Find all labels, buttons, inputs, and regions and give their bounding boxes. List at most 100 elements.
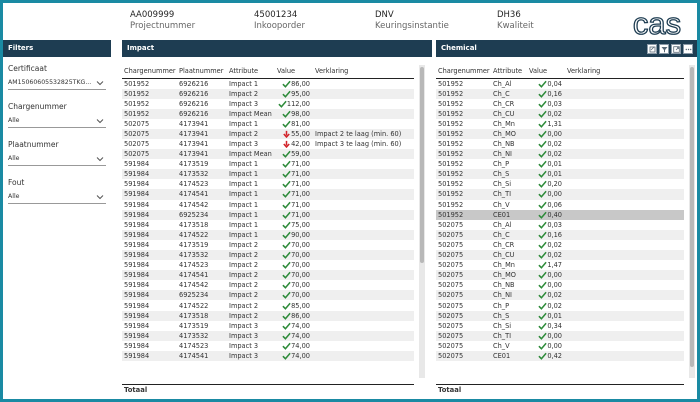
table-row[interactable]: 591984 4174522 Impact 1 90,00 [122, 229, 414, 240]
value-cell: 95,00 [275, 88, 313, 99]
expand-icon[interactable] [671, 44, 681, 54]
value-cell: 0,02 [527, 139, 565, 149]
table-row[interactable]: 591984 6925234 Impact 1 71,00 [122, 209, 414, 220]
table-row[interactable]: 502075 Ch_Si 0,34 [436, 321, 684, 331]
impact-col-header[interactable]: Value [275, 65, 313, 79]
charge-cell: 501952 [438, 79, 464, 88]
pin-icon[interactable] [647, 44, 657, 54]
table-row[interactable]: 591984 4174523 Impact 1 71,00 [122, 179, 414, 189]
table-row[interactable]: 502075 4173941 Impact 3 42,00 Impact 3 te la… [122, 139, 414, 149]
chemical-col-header[interactable]: Verklaring [565, 65, 684, 79]
table-row[interactable]: 591984 4173532 Impact 1 71,00 [122, 169, 414, 180]
table-row[interactable]: 591984 4174523 Impact 2 70,00 [122, 260, 414, 270]
charge-cell: 591984 [124, 160, 150, 169]
impact-col-header[interactable]: Attribute [227, 65, 275, 79]
table-row[interactable]: 501952 Ch_CU 0,02 [436, 108, 684, 119]
attribute-cell: Ch_C [491, 88, 527, 99]
table-row[interactable]: 591984 4173518 Impact 2 86,00 [122, 310, 414, 321]
table-row[interactable]: 502075 CE01 0,42 [436, 350, 684, 362]
table-row[interactable]: 502075 Ch_MO 0,00 [436, 270, 684, 281]
slicer-dropdown[interactable]: Alle [8, 153, 106, 166]
impact-col-header[interactable]: Plaatnummer [177, 65, 227, 79]
table-row[interactable]: 591984 4173532 Impact 3 74,00 [122, 330, 414, 341]
table-row[interactable]: 501952 CE01 0,40 [436, 209, 684, 220]
table-row[interactable]: 501952 Ch_MO 0,00 [436, 128, 684, 139]
table-row[interactable]: 591984 4174541 Impact 1 71,00 [122, 189, 414, 200]
value-cell: 59,00 [275, 149, 313, 160]
table-row[interactable]: 502075 4173941 Impact 2 55,00 Impact 2 te la… [122, 128, 414, 139]
check-icon [282, 110, 291, 118]
table-row[interactable]: 591984 4174542 Impact 1 71,00 [122, 200, 414, 210]
value-text: 0,03 [547, 220, 562, 229]
table-row[interactable]: 502075 Ch_V 0,00 [436, 341, 684, 351]
charge-cell: 591984 [122, 250, 177, 261]
table-row[interactable]: 502075 Ch_Mn 1,47 [436, 260, 684, 270]
slicer-dropdown[interactable]: AM15060605532825TKG... [8, 77, 106, 90]
table-row[interactable]: 501952 Ch_NI 0,02 [436, 149, 684, 160]
table-row[interactable]: 501952 Ch_P 0,01 [436, 159, 684, 169]
value-text: 70,00 [291, 291, 310, 300]
table-row[interactable]: 501952 Ch_Si 0,20 [436, 179, 684, 189]
chemical-col-header[interactable]: Attribute [491, 65, 527, 79]
table-row[interactable]: 502075 4173941 Impact 1 81,00 [122, 119, 414, 129]
slicer-dropdown[interactable]: Alle [8, 191, 106, 204]
table-row[interactable]: 591984 4173518 Impact 1 75,00 [122, 220, 414, 230]
impact-col-header[interactable]: Chargenummer [122, 65, 177, 79]
table-row[interactable]: 501952 6926216 Impact 3 112,00 [122, 99, 414, 109]
table-row[interactable]: 502075 4173941 Impact Mean 59,00 [122, 149, 414, 160]
table-row[interactable]: 591984 4174523 Impact 3 74,00 [122, 341, 414, 351]
table-row[interactable]: 501952 6926216 Impact Mean 98,00 [122, 108, 414, 119]
table-row[interactable]: 591984 4173519 Impact 2 70,00 [122, 240, 414, 250]
chemical-scroll-thumb[interactable] [690, 67, 694, 367]
table-row[interactable]: 591984 4173519 Impact 3 74,00 [122, 321, 414, 331]
table-row[interactable]: 501952 Ch_V 0,06 [436, 200, 684, 210]
check-icon [538, 181, 547, 189]
table-row[interactable]: 591984 4173532 Impact 2 70,00 [122, 250, 414, 261]
more-options-icon[interactable] [683, 44, 693, 54]
table-row[interactable]: 591984 4174522 Impact 2 85,00 [122, 300, 414, 310]
impact-scrollbar[interactable] [419, 65, 425, 378]
table-row[interactable]: 591984 4174541 Impact 3 74,00 [122, 350, 414, 362]
table-row[interactable]: 501952 6926216 Impact 1 86,00 [122, 78, 414, 89]
table-row[interactable]: 501952 Ch_NB 0,02 [436, 139, 684, 149]
impact-total-label: Totaal [124, 386, 148, 394]
table-row[interactable]: 501952 Ch_TI 0,00 [436, 189, 684, 200]
table-row[interactable]: 502075 Ch_CU 0,02 [436, 250, 684, 261]
table-row[interactable]: 502075 Ch_NB 0,00 [436, 280, 684, 290]
table-row[interactable]: 501952 Ch_Al 0,04 [436, 78, 684, 89]
table-row[interactable]: 591984 4174542 Impact 2 70,00 [122, 280, 414, 290]
table-row[interactable]: 502075 Ch_NI 0,02 [436, 290, 684, 301]
chemical-col-header[interactable]: Chargenummer [436, 65, 491, 79]
explanation-cell [313, 149, 414, 160]
value-cell: 0,00 [527, 128, 565, 139]
table-row[interactable]: 502075 Ch_TI 0,00 [436, 330, 684, 341]
check-icon [538, 302, 547, 310]
filters-pane: Filters Certificaat AM15060605532825TKG..… [3, 40, 111, 399]
table-row[interactable]: 501952 Ch_C 0,16 [436, 88, 684, 99]
table-row[interactable]: 502075 Ch_P 0,02 [436, 300, 684, 310]
attribute-cell: Impact 1 [229, 119, 259, 128]
table-row[interactable]: 501952 6926216 Impact 2 95,00 [122, 88, 414, 99]
table-row[interactable]: 502075 Ch_Al 0,03 [436, 220, 684, 230]
impact-col-header[interactable]: Verklaring [313, 65, 414, 79]
check-icon [538, 80, 547, 88]
filter-icon[interactable] [659, 44, 669, 54]
charge-cell: 502075 [438, 341, 464, 350]
table-row[interactable]: 591984 4174541 Impact 2 70,00 [122, 270, 414, 281]
table-row[interactable]: 501952 Ch_CR 0,03 [436, 99, 684, 109]
value-text: 0,00 [547, 271, 562, 280]
table-row[interactable]: 591984 4173519 Impact 1 71,00 [122, 159, 414, 169]
check-icon [538, 171, 547, 179]
chemical-col-header[interactable]: Value [527, 65, 565, 79]
table-row[interactable]: 591984 6925234 Impact 2 70,00 [122, 290, 414, 301]
table-row[interactable]: 501952 Ch_Mn 1,31 [436, 119, 684, 129]
chemical-scrollbar[interactable] [689, 65, 695, 378]
slicer-dropdown[interactable]: Alle [8, 115, 106, 128]
table-row[interactable]: 502075 Ch_C 0,16 [436, 229, 684, 240]
table-row[interactable]: 501952 Ch_S 0,01 [436, 169, 684, 180]
check-icon [282, 211, 291, 219]
impact-scroll-thumb[interactable] [420, 67, 424, 263]
table-row[interactable]: 502075 Ch_S 0,01 [436, 310, 684, 321]
charge-cell: 591984 [124, 281, 150, 290]
table-row[interactable]: 502075 Ch_CR 0,02 [436, 240, 684, 250]
